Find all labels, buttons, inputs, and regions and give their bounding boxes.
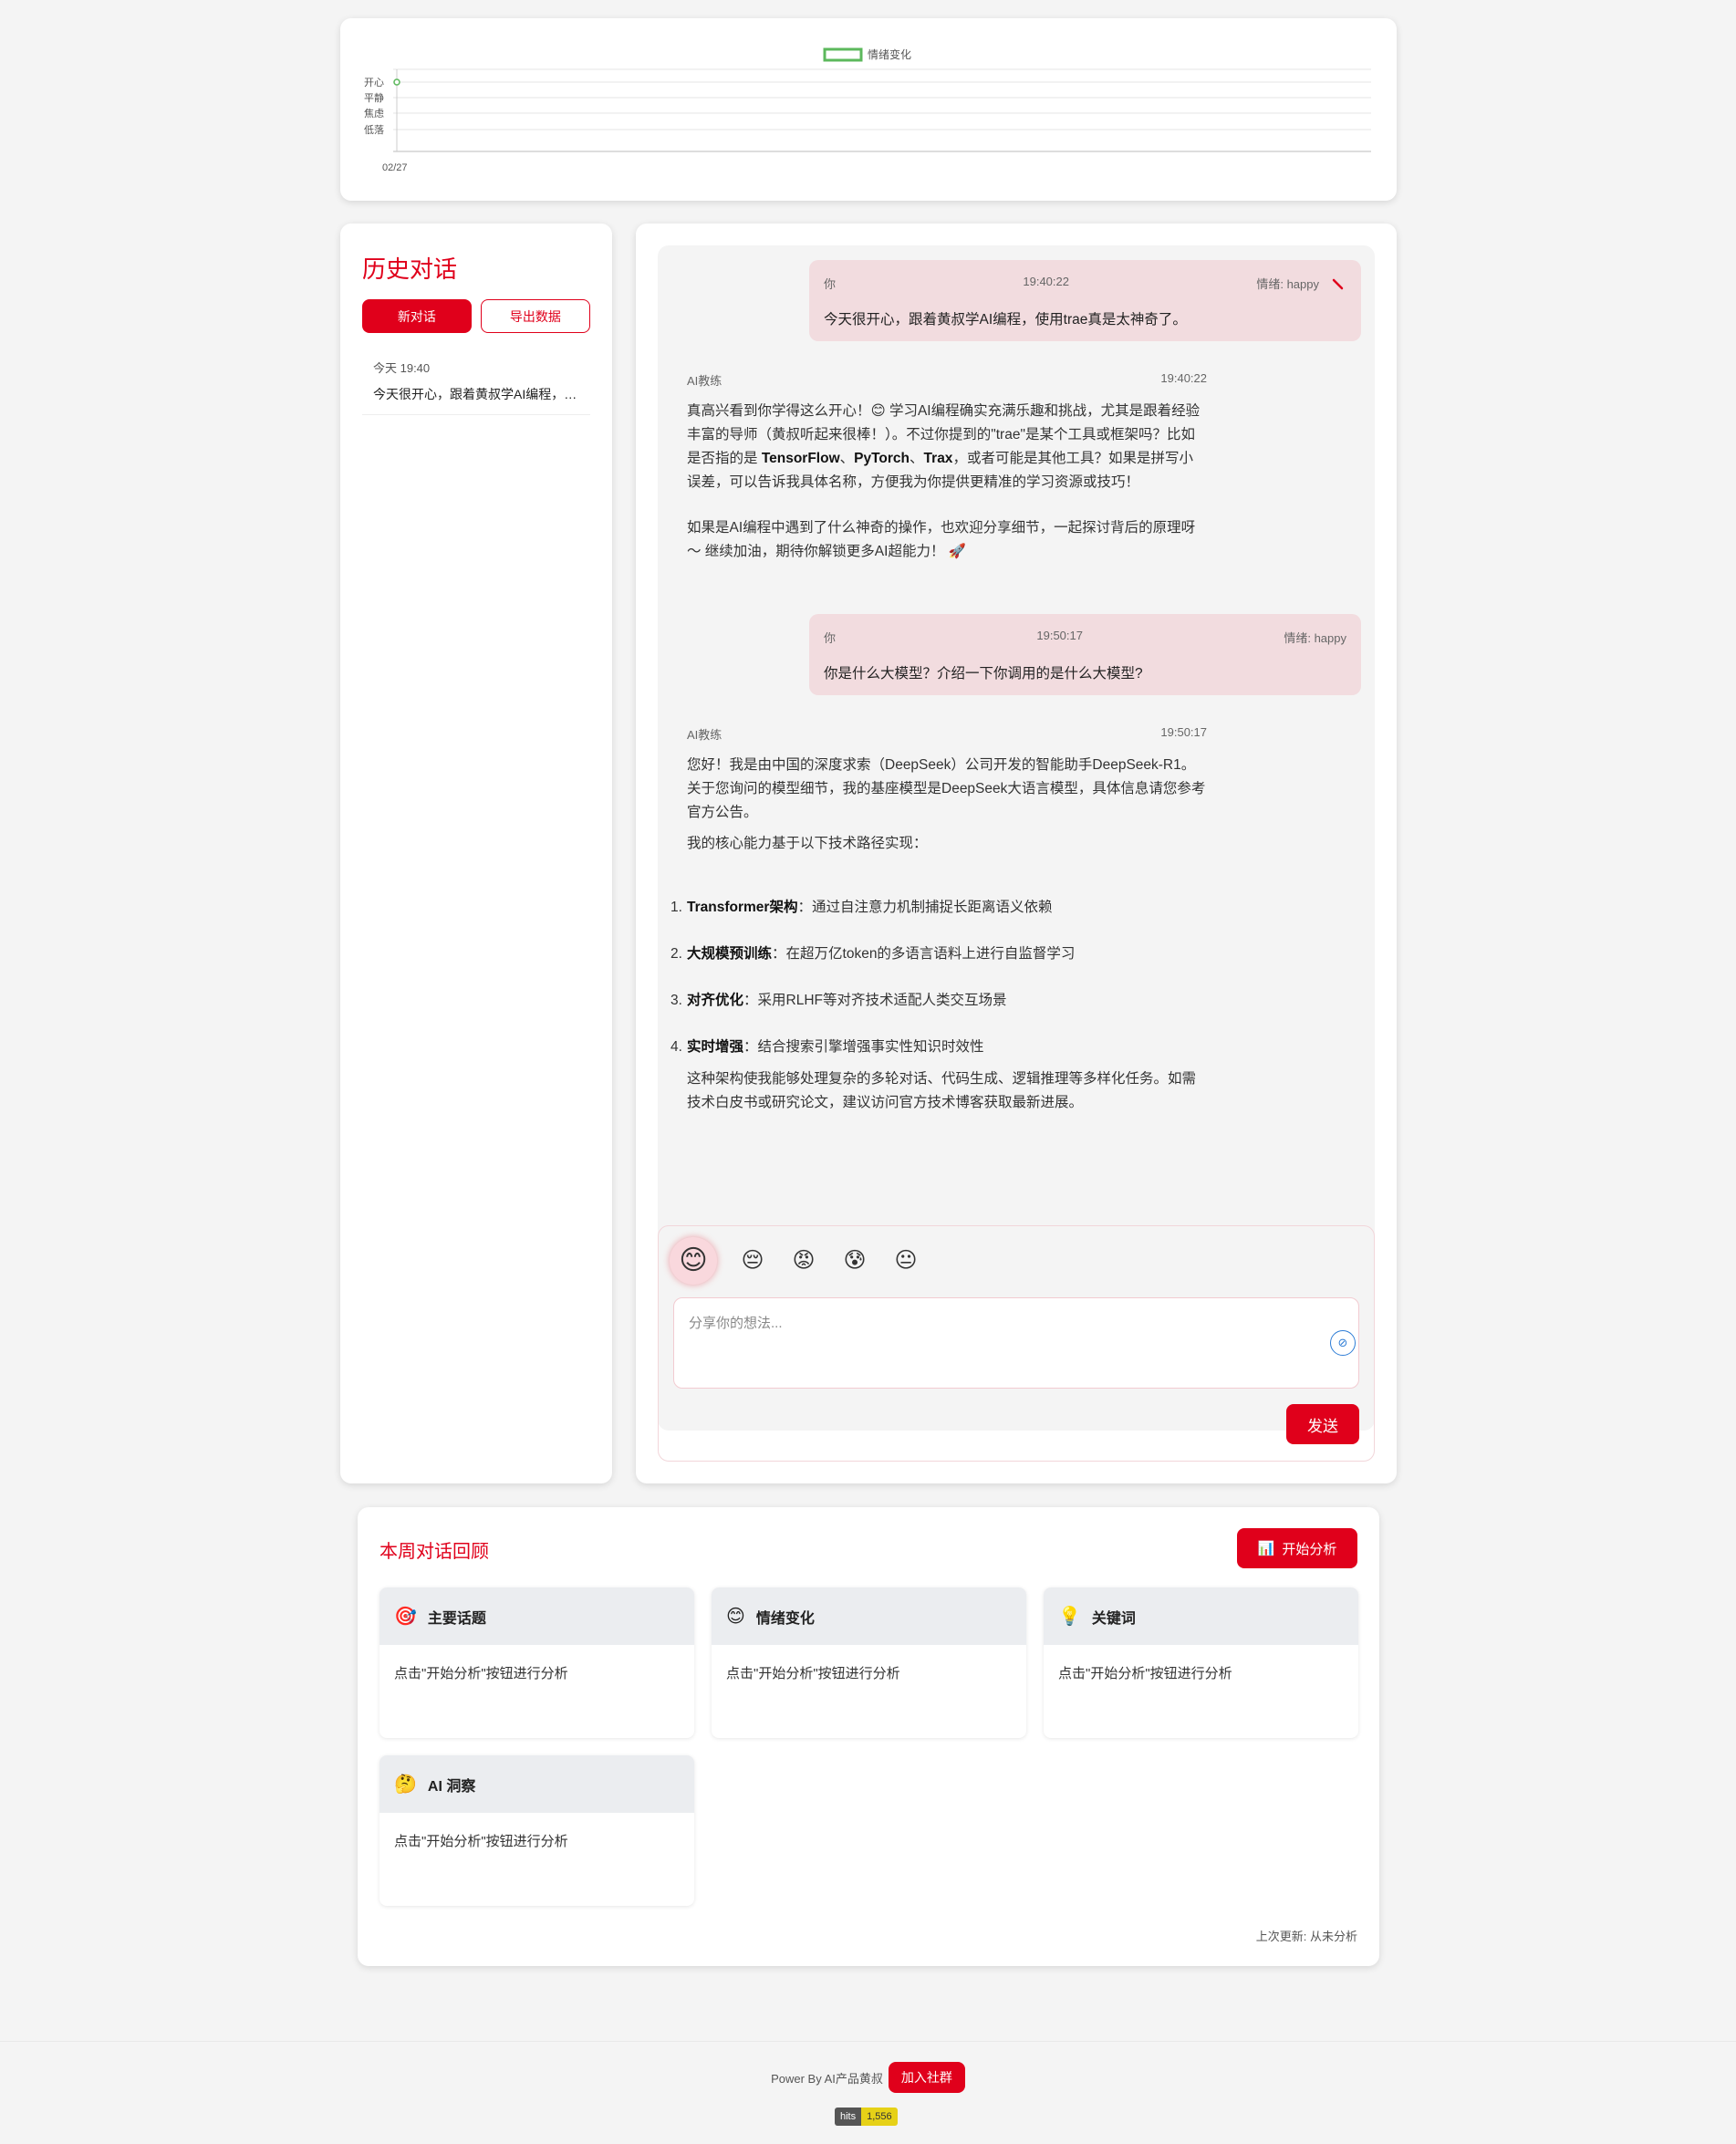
review-title: 本周对话回顾 <box>379 1542 489 1562</box>
legend-label: 情绪变化 <box>868 47 911 61</box>
anxious-emoji[interactable]: 😰 <box>839 1245 870 1276</box>
edit-icon[interactable] <box>1332 278 1345 291</box>
powered-by: Power By AI产品黄叔 <box>771 2071 883 2086</box>
message-mood: 情绪: happy <box>1256 277 1319 291</box>
smile-icon: 😊 <box>726 1607 745 1627</box>
capability-item: 1. Transformer架构：通过自注意力机制捕捉长距离语义依赖 <box>670 900 1053 915</box>
mood-data-point <box>393 78 400 86</box>
send-button[interactable]: 发送 <box>1286 1404 1359 1444</box>
review-card-title: 主要话题 <box>427 1610 486 1627</box>
x-tick-label: 02/27 <box>382 162 408 173</box>
user-message: 你 19:40:22 情绪: happy 今天很开心，跟着黄叔学AI编程，使用t… <box>809 260 1361 341</box>
message-text: 真高兴看到你学得这么开心！😊 学习AI编程确实充满乐趣和挑战，尤其是跟着经验丰富… <box>687 403 1201 559</box>
review-card-body: 点击"开始分析"按钮进行分析 <box>1058 1666 1232 1681</box>
message-text: 您好！我是由中国的深度求索（DeepSeek）公司开发的智能助手DeepSeek… <box>670 757 1207 1110</box>
magic-assist-icon[interactable]: ⊘ <box>1330 1330 1356 1356</box>
y-tick-label: 平静 <box>364 91 384 104</box>
footer: Power By AI产品黄叔 加入社群 hits 1,556 <box>0 2041 1736 2144</box>
join-community-button[interactable]: 加入社群 <box>888 2062 965 2093</box>
export-data-button[interactable]: 导出数据 <box>480 299 590 333</box>
history-sidebar: 历史对话 新对话 导出数据 今天 19:40 今天很开心，跟着黄叔学AI编程，使… <box>340 224 612 1483</box>
y-tick-label: 低落 <box>364 124 384 136</box>
input-panel: 😊 😔 😡 😰 😐 ⊘ 发送 <box>658 1225 1375 1462</box>
mood-selector: 😊 😔 😡 😰 😐 <box>670 1237 921 1285</box>
message-text: 今天很开心，跟着黄叔学AI编程，使用trae真是太神奇了。 <box>824 312 1187 328</box>
history-item-preview: 今天很开心，跟着黄叔学AI编程，使用trae真是太神奇了。 <box>373 387 579 401</box>
message-input[interactable] <box>673 1297 1359 1389</box>
message-time: 19:50:17 <box>1160 725 1207 739</box>
message-sender: 你 <box>824 631 837 645</box>
message-time: 19:40:22 <box>1023 275 1069 288</box>
review-mood-card: 😊 情绪变化 点击"开始分析"按钮进行分析 <box>712 1587 1026 1738</box>
review-card-body: 点击"开始分析"按钮进行分析 <box>394 1834 568 1849</box>
legend-swatch <box>823 47 863 62</box>
user-message: 你 19:50:17 情绪: happy 你是什么大模型？介绍一下你调用的是什么… <box>809 614 1361 695</box>
review-topics-card: 🎯 主要话题 点击"开始分析"按钮进行分析 <box>379 1587 694 1738</box>
sad-emoji[interactable]: 😔 <box>737 1245 768 1276</box>
message-time: 19:40:22 <box>1160 371 1207 385</box>
new-chat-button[interactable]: 新对话 <box>362 299 472 333</box>
last-update: 上次更新: 从未分析 <box>1255 1930 1357 1943</box>
capability-list: 1. Transformer架构：通过自注意力机制捕捉长距离语义依赖 2. 大规模预训… <box>670 896 1207 1059</box>
chat-panel: 你 19:40:22 情绪: happy 今天很开心，跟着黄叔学AI编程，使用t… <box>636 224 1397 1483</box>
mood-chart: 情绪变化 开心平静焦虑低落 02/27 <box>364 47 1371 173</box>
history-item-time: 今天 19:40 <box>373 361 431 375</box>
happy-emoji[interactable]: 😊 <box>670 1237 717 1285</box>
ai-message: AI教练 19:40:22 真高兴看到你学得这么开心！😊 学习AI编程确实充满乐… <box>687 371 1207 571</box>
lightbulb-icon: 💡 <box>1058 1607 1081 1627</box>
start-analysis-button[interactable]: 📊 开始分析 <box>1237 1528 1357 1568</box>
review-card-title: 关键词 <box>1091 1610 1136 1627</box>
ai-message: AI教练 19:50:17 您好！我是由中国的深度求索（DeepSeek）公司开… <box>670 725 1207 1122</box>
review-card-title: 情绪变化 <box>755 1610 815 1627</box>
capability-item: 2. 大规模预训练：在超万亿token的多语言语料上进行自监督学习 <box>670 946 1076 962</box>
message-sender: AI教练 <box>687 728 722 742</box>
message-sender: AI教练 <box>687 374 722 388</box>
weekly-review-card: 本周对话回顾 📊 开始分析 🎯 主要话题 点击"开始分析"按钮进行分析 😊 情绪变化… <box>358 1507 1379 1966</box>
message-text: 你是什么大模型？介绍一下你调用的是什么大模型? <box>824 666 1143 682</box>
message-sender: 你 <box>824 277 837 291</box>
message-time: 19:50:17 <box>1036 629 1083 642</box>
capability-item: 3. 对齐优化：采用RLHF等对齐技术适配人类交互场景 <box>670 993 1007 1008</box>
y-tick-label: 焦虑 <box>364 108 384 120</box>
history-title: 历史对话 <box>362 255 458 283</box>
mood-chart-card: 情绪变化 开心平静焦虑低落 02/27 <box>340 18 1397 201</box>
neutral-emoji[interactable]: 😐 <box>890 1245 921 1276</box>
angry-emoji[interactable]: 😡 <box>788 1245 819 1276</box>
review-card-title: AI 洞察 <box>427 1778 476 1795</box>
chart-icon: 📊 <box>1257 1541 1275 1556</box>
review-card-body: 点击"开始分析"按钮进行分析 <box>394 1666 568 1681</box>
review-keywords-card: 💡 关键词 点击"开始分析"按钮进行分析 <box>1044 1587 1358 1738</box>
capability-item: 4. 实时增强：结合搜索引擎增强事实性知识时效性 <box>670 1039 984 1055</box>
hits-badge: hits 1,556 <box>835 2108 898 2126</box>
history-item[interactable]: 今天 19:40 今天很开心，跟着黄叔学AI编程，使用trae真是太神奇了。 <box>362 353 590 415</box>
review-insight-card: 🤔 AI 洞察 点击"开始分析"按钮进行分析 <box>379 1755 694 1906</box>
target-icon: 🎯 <box>394 1607 417 1627</box>
review-card-body: 点击"开始分析"按钮进行分析 <box>726 1666 900 1681</box>
message-mood: 情绪: happy <box>1284 631 1346 645</box>
y-tick-label: 开心 <box>364 77 384 88</box>
thinking-icon: 🤔 <box>394 1775 417 1795</box>
